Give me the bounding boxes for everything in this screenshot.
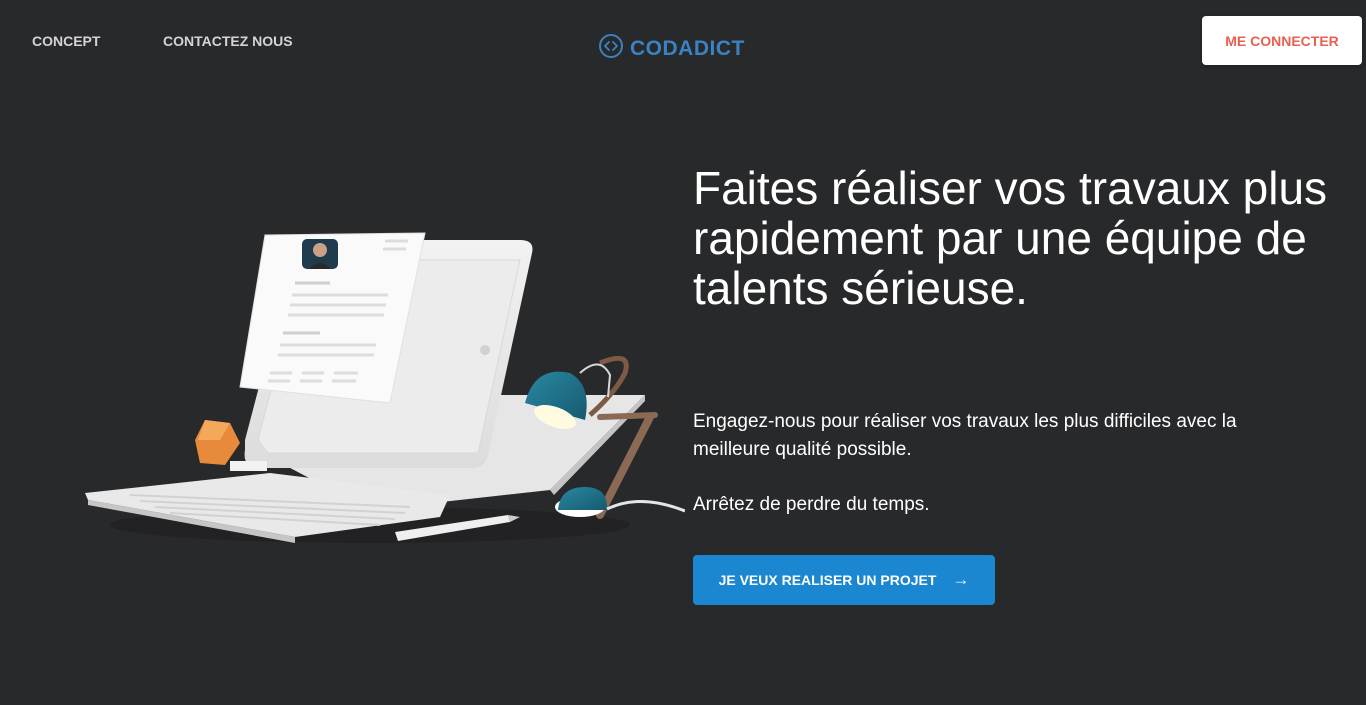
cta-label: JE VEUX REALISER UN PROJET <box>718 572 937 588</box>
hero-description: Engagez-nous pour réaliser vos travaux l… <box>693 411 1237 460</box>
code-circle-icon <box>598 33 624 64</box>
page: CONCEPT CONTACTEZ NOUS CODADICT ME CONNE… <box>0 0 1366 705</box>
start-project-button[interactable]: JE VEUX REALISER UN PROJET → <box>693 555 995 605</box>
hero-tagline: Arrêtez de perdre du temps. <box>693 494 930 515</box>
arrow-right-icon: → <box>952 570 970 589</box>
nav-contact-link[interactable]: CONTACTEZ NOUS <box>163 33 293 49</box>
nav-concept-link[interactable]: CONCEPT <box>32 33 100 49</box>
brand-logo[interactable]: CODADICT <box>598 33 745 64</box>
brand-name: CODADICT <box>630 36 745 60</box>
hero-illustration <box>80 225 686 555</box>
login-button[interactable]: ME CONNECTER <box>1202 16 1362 65</box>
hero-title: Faites réaliser vos travaux plus rapidem… <box>693 162 1328 314</box>
